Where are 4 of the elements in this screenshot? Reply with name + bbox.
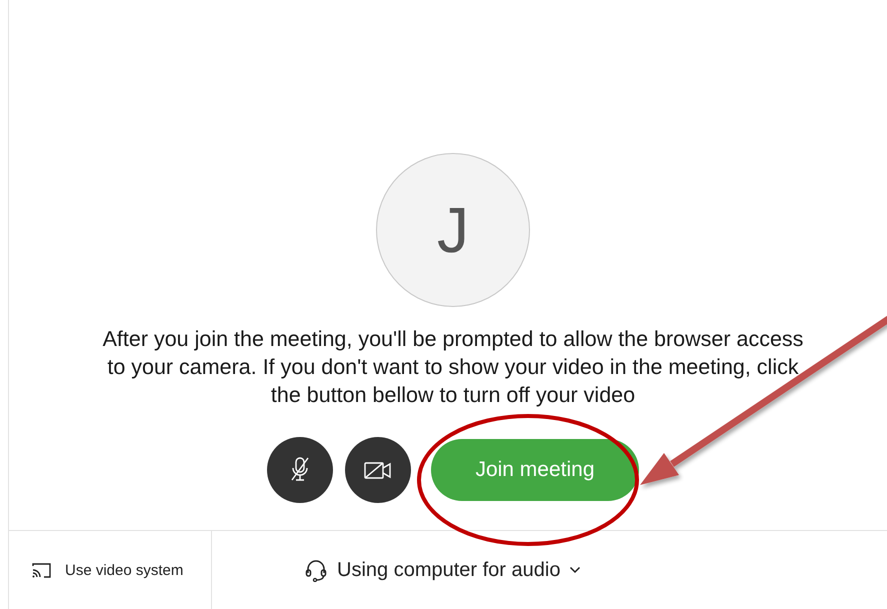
info-message: After you join the meeting, you'll be prompted to allow the browser access to your camera. If you don't want to show your video in the meeting, click the button bellow to turn off your video	[102, 326, 804, 409]
video-system-button[interactable]: Use video system	[31, 562, 184, 578]
avatar: J	[376, 153, 530, 307]
audio-dropdown[interactable]: Using computer for audio	[304, 558, 582, 582]
